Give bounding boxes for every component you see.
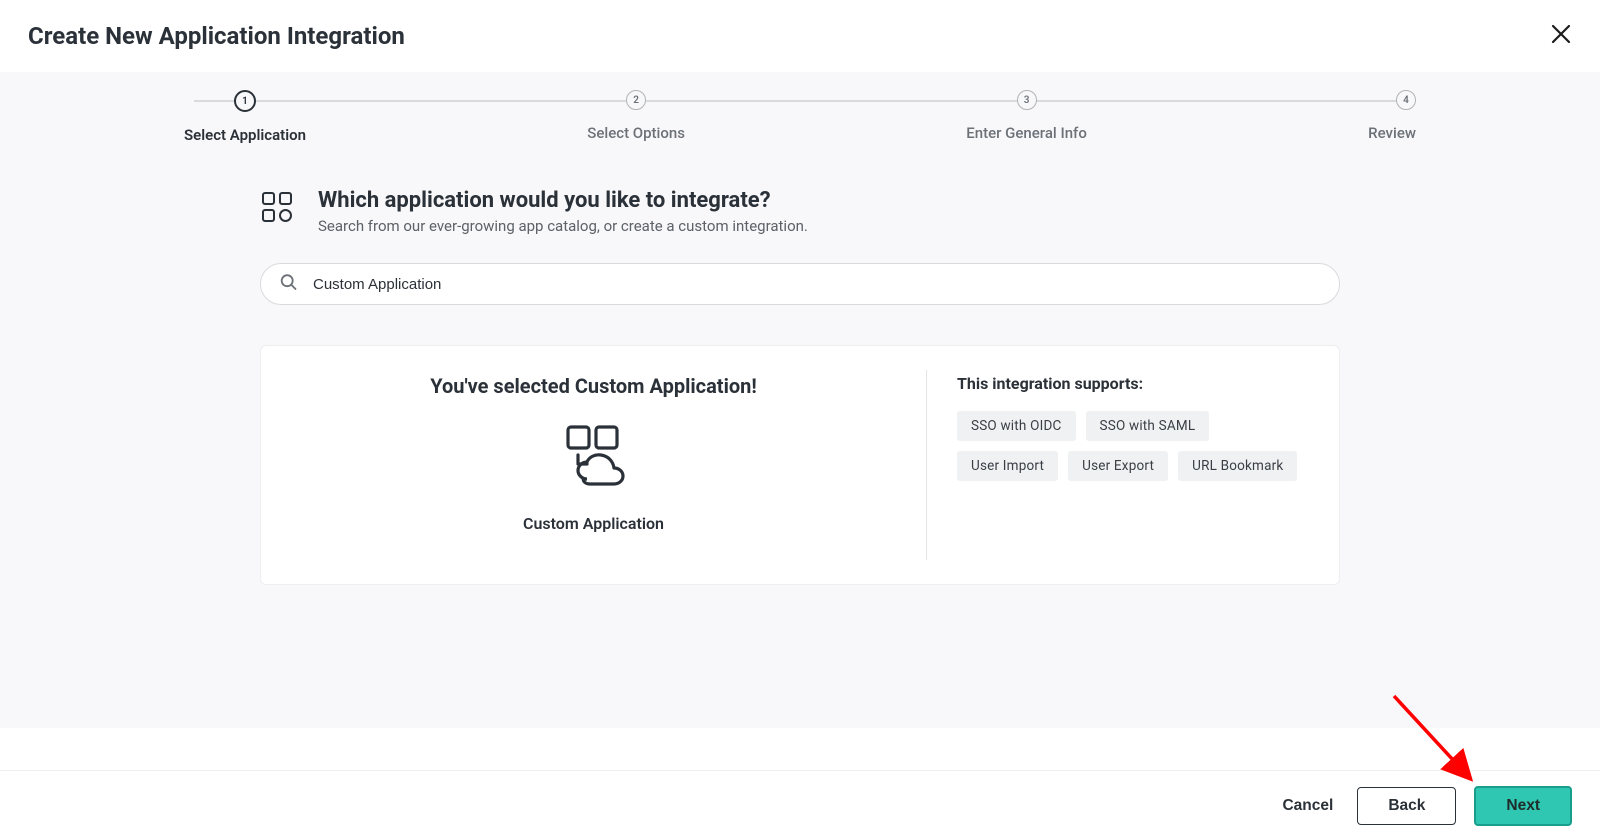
modal-header: Create New Application Integration — [0, 0, 1600, 72]
custom-app-icon — [291, 424, 896, 496]
modal-title: Create New Application Integration — [28, 22, 405, 50]
support-chips: SSO with OIDC SSO with SAML User Import … — [957, 411, 1309, 481]
search-icon — [280, 274, 297, 295]
footer: Cancel Back Next — [0, 770, 1600, 840]
step-circle: 1 — [234, 90, 256, 112]
question-section: Which application would you like to inte… — [260, 188, 1340, 235]
chip-user-export: User Export — [1068, 451, 1168, 481]
selection-right: This integration supports: SSO with OIDC… — [927, 346, 1339, 584]
step-label: Review — [1368, 124, 1416, 142]
question-heading: Which application would you like to inte… — [318, 188, 808, 213]
next-button[interactable]: Next — [1474, 786, 1572, 826]
back-button[interactable]: Back — [1357, 787, 1456, 825]
step-label: Select Application — [184, 126, 306, 144]
app-grid-icon — [260, 190, 294, 235]
selection-card: You've selected Custom Application! Cust… — [260, 345, 1340, 585]
chip-sso-oidc: SSO with OIDC — [957, 411, 1076, 441]
step-label: Enter General Info — [966, 124, 1087, 142]
step-1: 1 Select Application — [184, 90, 306, 144]
search-input[interactable] — [260, 263, 1340, 305]
close-icon[interactable] — [1550, 23, 1572, 49]
question-subheading: Search from our ever-growing app catalog… — [318, 217, 808, 235]
cancel-button[interactable]: Cancel — [1276, 787, 1339, 825]
step-circle: 2 — [626, 90, 646, 110]
step-circle: 3 — [1017, 90, 1037, 110]
content-area: 1 Select Application 2 Select Options 3 … — [0, 72, 1600, 728]
selection-left: You've selected Custom Application! Cust… — [261, 346, 926, 584]
supports-heading: This integration supports: — [957, 374, 1309, 393]
step-4: 4 Review — [1368, 90, 1416, 142]
selection-heading: You've selected Custom Application! — [291, 374, 896, 398]
chip-sso-saml: SSO with SAML — [1086, 411, 1210, 441]
stepper: 1 Select Application 2 Select Options 3 … — [184, 90, 1416, 144]
stepper-line — [194, 100, 1406, 102]
step-3: 3 Enter General Info — [966, 90, 1087, 142]
selection-app-name: Custom Application — [291, 514, 896, 533]
step-2: 2 Select Options — [587, 90, 685, 142]
step-label: Select Options — [587, 124, 685, 142]
step-circle: 4 — [1396, 90, 1416, 110]
chip-url-bookmark: URL Bookmark — [1178, 451, 1297, 481]
search-wrap — [260, 263, 1340, 305]
chip-user-import: User Import — [957, 451, 1058, 481]
question-text: Which application would you like to inte… — [318, 188, 808, 235]
